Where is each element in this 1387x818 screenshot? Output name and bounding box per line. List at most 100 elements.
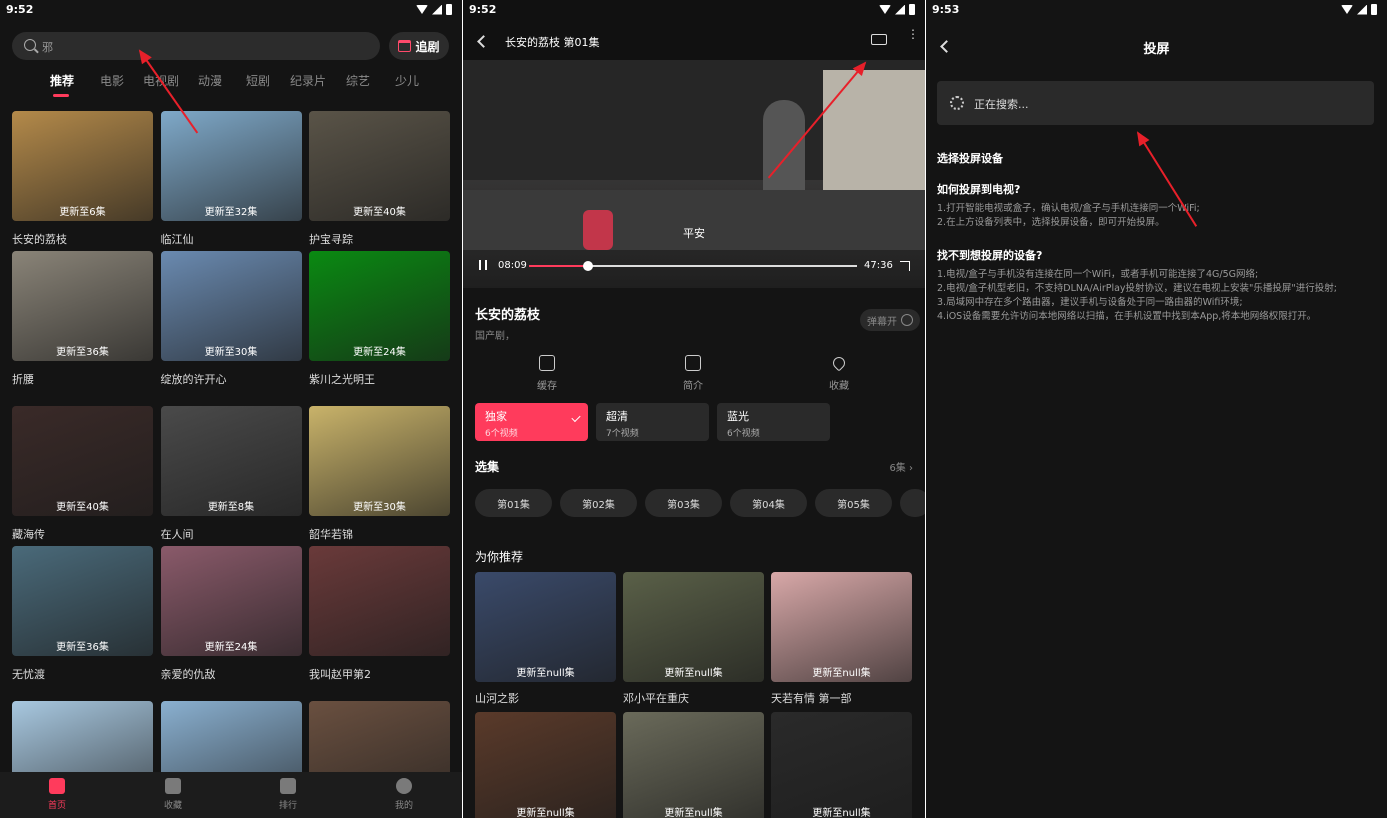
quality-exclusive[interactable]: 独家 6个视频 (475, 403, 588, 441)
video-card[interactable]: 更新至30集绽放的许开心 (160, 251, 302, 387)
how-to-line: 2.在上方设备列表中，选择投屏设备，即可开始投屏。 (937, 217, 1165, 228)
update-badge: 更新至6集 (59, 207, 106, 218)
video-title: 绽放的许开心 (160, 373, 227, 386)
progress-track[interactable] (529, 265, 857, 267)
follow-label: 追剧 (415, 39, 440, 54)
poster-image: 更新至30集 (309, 406, 450, 516)
player-header: 长安的荔枝 第01集 ⋮ (463, 22, 925, 60)
poster-image: 更新至36集 (12, 546, 153, 656)
poster-image: 更新至null集 (475, 572, 616, 682)
poster-image: 更新至6集 (12, 111, 153, 221)
episode-chip[interactable]: 第04集 (730, 489, 807, 517)
video-title: 我叫赵甲第2 (309, 668, 371, 681)
status-time: 9:52 (6, 3, 34, 16)
video-title: 藏海传 (12, 528, 45, 541)
tab-documentary[interactable]: 纪录片 (290, 72, 326, 89)
video-card[interactable]: 更新至24集 紫川之光明王 (309, 251, 450, 387)
search-input[interactable]: 邪 (12, 32, 380, 60)
more-icon[interactable]: ⋮ (907, 28, 919, 40)
pause-icon[interactable] (479, 260, 487, 270)
tab-movie[interactable]: 电影 (100, 72, 124, 89)
video-card[interactable]: 更新至6集长安的荔枝 (12, 111, 153, 247)
danmu-toggle[interactable]: 弹幕开 (860, 309, 920, 331)
favorite-button[interactable]: 收藏 (809, 354, 869, 392)
episode-chip[interactable]: 第02集 (560, 489, 637, 517)
nav-home[interactable]: 首页 (27, 778, 87, 811)
not-found-line: 2.电视/盒子机型老旧，不支持DLNA/AirPlay投射协议，建议在电视上安装… (937, 283, 1337, 294)
update-badge: 更新至null集 (664, 808, 723, 818)
recommend-card[interactable]: 更新至null集 (623, 712, 764, 818)
search-icon (24, 39, 36, 51)
cast-icon[interactable] (871, 34, 887, 45)
update-badge: 更新至24集 (353, 347, 406, 358)
battery-icon (1371, 4, 1377, 15)
update-badge: 更新至8集 (207, 502, 255, 513)
recommend-card[interactable]: 更新至null集 (475, 712, 616, 818)
follow-button[interactable]: 追剧 (389, 32, 449, 60)
tab-recommend[interactable]: 推荐 (50, 72, 74, 89)
episode-chip[interactable]: 第01集 (475, 489, 552, 517)
fullscreen-icon[interactable] (900, 261, 910, 271)
player-controls: 08:09 47:36 (463, 252, 925, 282)
video-card[interactable]: 更新至32集 临江仙 (160, 111, 302, 247)
episode-chip[interactable]: 第03集 (645, 489, 722, 517)
not-found-heading: 找不到想投屏的设备? (937, 249, 1043, 262)
poster-image: 更新至36集 (12, 251, 153, 361)
recommend-card[interactable]: 更新至null集 邓小平在重庆 (623, 572, 764, 706)
update-badge: 更新至null集 (812, 668, 871, 679)
download-icon (539, 355, 555, 371)
video-card[interactable]: 更新至40集 护宝寻踪 (309, 111, 450, 247)
quality-hd[interactable]: 超清 7个视频 (596, 403, 709, 441)
video-title: 长安的荔枝 (12, 233, 67, 246)
video-card[interactable]: 更新至8集 在人间 (160, 406, 302, 542)
video-card[interactable]: 更新至24集 亲爱的仇敌 (160, 546, 302, 682)
battery-icon (909, 4, 915, 15)
episodes-count[interactable]: 6集 › (889, 459, 913, 474)
poster-image: 更新至24集 (309, 251, 450, 361)
update-badge: 更新至30集 (204, 347, 258, 358)
tab-kids[interactable]: 少儿 (395, 72, 419, 89)
recommend-card[interactable]: 更新至null集 天若有情 第一部 (771, 572, 912, 706)
tab-anime[interactable]: 动漫 (198, 72, 222, 89)
poster-image: 更新至8集 (160, 406, 302, 516)
heart-icon (830, 354, 848, 372)
progress-fill (529, 265, 589, 267)
nav-favorites[interactable]: 收藏 (143, 778, 203, 811)
category-tabs: 推荐 电影 电视剧 动漫 短剧 纪录片 综艺 少儿 (0, 72, 462, 98)
video-card[interactable]: 我叫赵甲第2 (309, 546, 450, 682)
signal-icon (895, 4, 905, 15)
tab-variety[interactable]: 综艺 (346, 72, 370, 89)
nav-profile[interactable]: 我的 (374, 778, 434, 811)
status-bar: 9:53 (926, 0, 1387, 22)
update-badge: 更新至40集 (353, 207, 406, 218)
progress-knob[interactable] (583, 261, 594, 271)
recommend-card[interactable]: 更新至null集 (771, 712, 912, 818)
update-badge: 更新至null集 (516, 808, 575, 818)
chevron-right-icon: › (909, 463, 913, 474)
video-card[interactable]: 更新至36集 无忧渡 (12, 546, 153, 682)
update-badge: 更新至null集 (664, 668, 723, 679)
device-list: 正在搜索... (937, 81, 1374, 125)
update-badge: 更新至36集 (56, 347, 109, 358)
quality-bluray[interactable]: 蓝光 6个视频 (717, 403, 830, 441)
profile-icon (396, 778, 412, 794)
video-card[interactable]: 更新至30集 韶华若锦 (309, 406, 450, 542)
not-found-line: 1.电视/盒子与手机没有连接在同一个WiFi，或者手机可能连接了4G/5G网络; (937, 269, 1259, 280)
tab-short[interactable]: 短剧 (246, 72, 270, 89)
back-icon[interactable] (477, 35, 490, 48)
not-found-line: 4.iOS设备需要允许访问本地网络以扫描，在手机设置中找到本App,将本地网络权… (937, 311, 1317, 322)
update-badge: 更新至null集 (516, 668, 575, 679)
active-tab-indicator (53, 94, 69, 97)
episode-chip-partial[interactable] (900, 489, 925, 517)
download-button[interactable]: 缓存 (517, 355, 577, 392)
intro-button[interactable]: 简介 (663, 355, 723, 392)
poster-image: 更新至null集 (475, 712, 616, 818)
video-card[interactable]: 更新至36集 折腰 (12, 251, 153, 387)
update-badge: 更新至30集 (353, 502, 406, 513)
nav-ranking[interactable]: 排行 (258, 778, 318, 811)
video-card[interactable]: 更新至40集 藏海传 (12, 406, 153, 542)
recommend-card[interactable]: 更新至null集 山河之影 (475, 572, 616, 706)
wifi-icon (416, 5, 428, 14)
episode-chip[interactable]: 第05集 (815, 489, 892, 517)
video-title: 亲爱的仇敌 (160, 668, 216, 681)
